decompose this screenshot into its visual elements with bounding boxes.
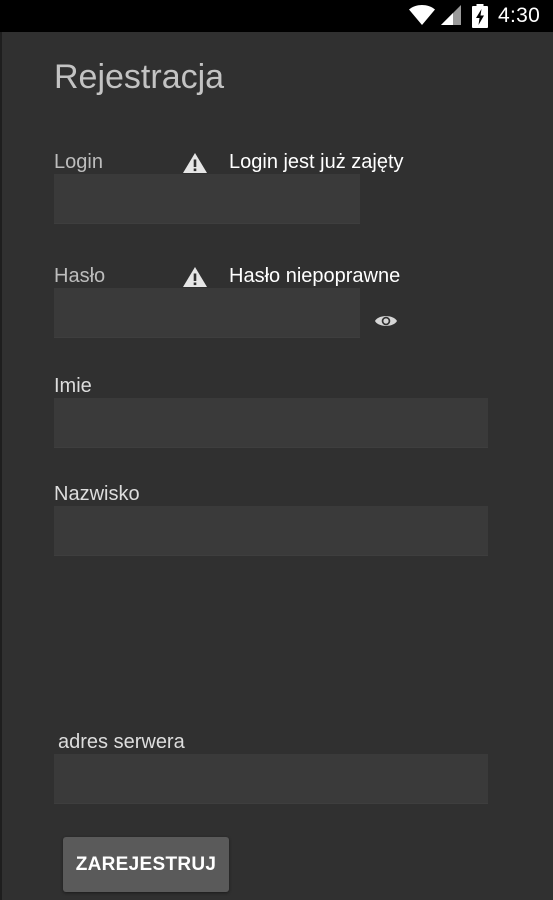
login-input[interactable] — [54, 174, 360, 224]
warning-icon — [182, 152, 208, 174]
last-name-input[interactable] — [54, 506, 488, 556]
password-label: Hasło — [54, 265, 106, 287]
wifi-icon — [408, 4, 436, 31]
password-error-message: Hasło niepoprawne — [229, 265, 401, 287]
login-error-message: Login jest już zajęty — [229, 151, 404, 173]
last-name-label: Nazwisko — [54, 483, 140, 505]
signal-icon — [440, 4, 462, 31]
registration-screen: 4:30 Rejestracja Login Login jest już za… — [0, 0, 553, 900]
window-edge — [0, 32, 2, 900]
status-bar: 4:30 — [0, 0, 553, 32]
first-name-input[interactable] — [54, 398, 488, 448]
register-button[interactable]: ZAREJESTRUJ — [63, 837, 229, 892]
warning-icon — [182, 266, 208, 288]
battery-charging-icon — [472, 4, 488, 33]
password-input[interactable] — [54, 288, 360, 338]
login-label: Login — [54, 151, 103, 173]
first-name-label: Imie — [54, 375, 92, 397]
eye-icon[interactable] — [374, 309, 398, 333]
server-address-input[interactable] — [54, 754, 488, 804]
status-time: 4:30 — [498, 4, 541, 27]
server-address-label: adres serwera — [58, 731, 185, 753]
page-title: Rejestracja — [54, 58, 225, 96]
